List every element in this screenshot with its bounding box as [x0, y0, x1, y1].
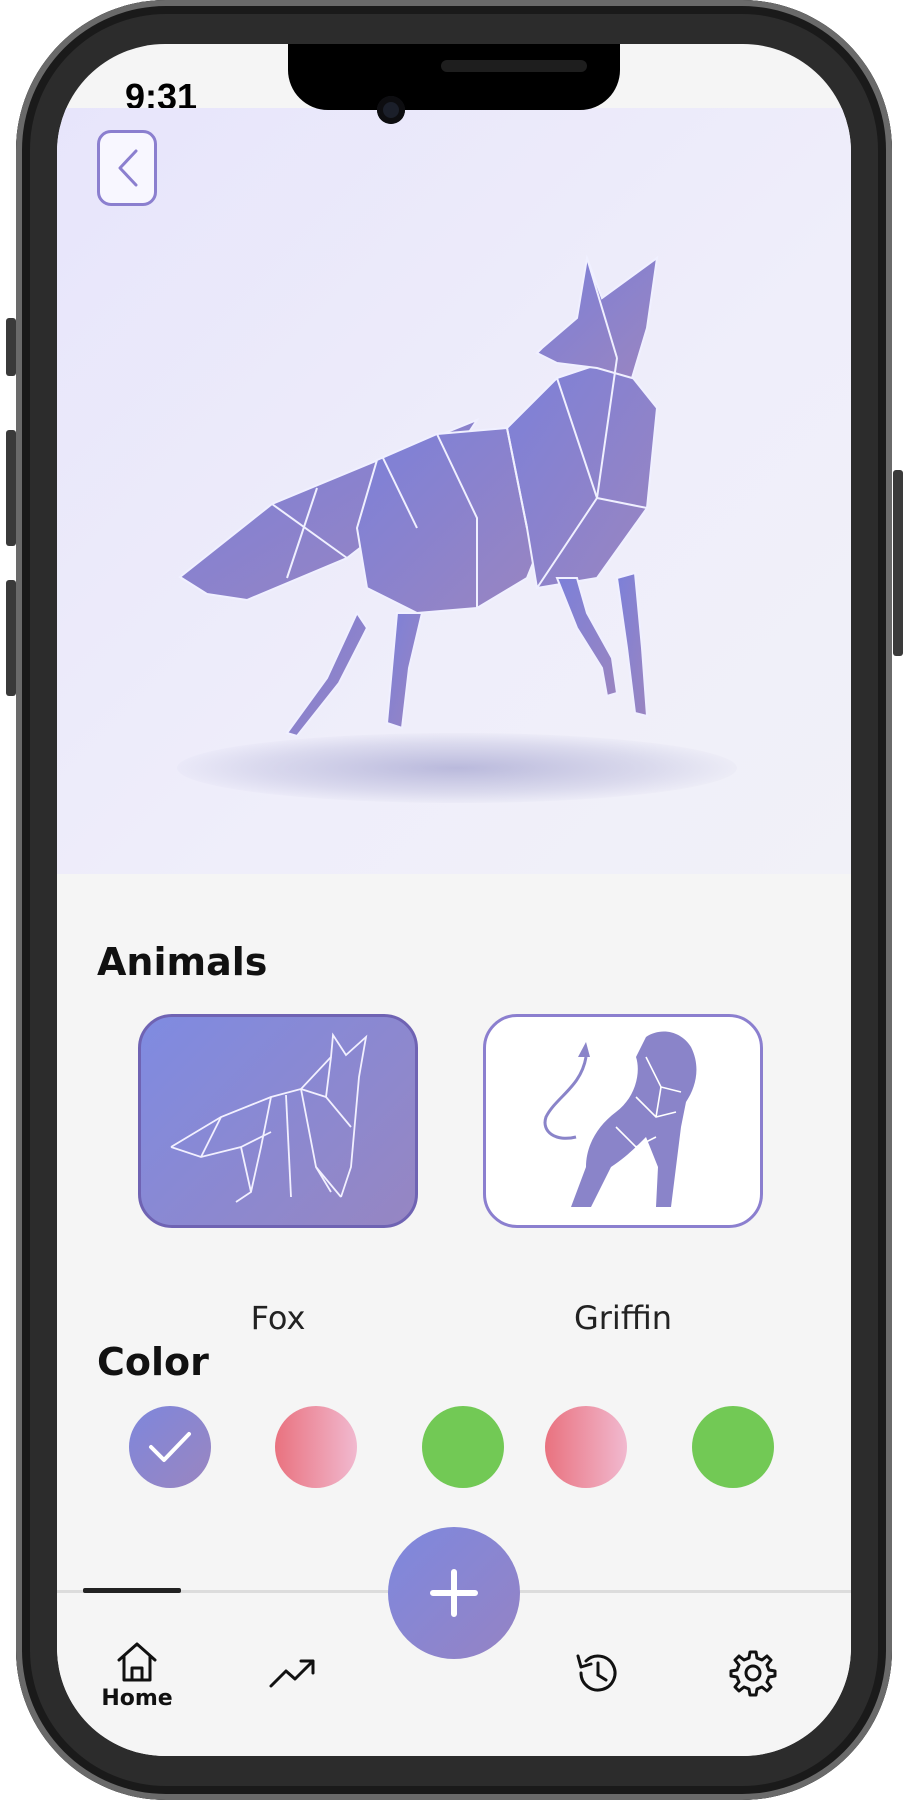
animal-card-fox[interactable] [138, 1014, 418, 1228]
speaker [441, 60, 587, 72]
color-swatch[interactable] [275, 1406, 357, 1488]
side-button [6, 318, 16, 376]
chevron-left-icon [118, 149, 138, 187]
tab-home[interactable]: Home [97, 1640, 177, 1711]
add-button[interactable] [388, 1527, 520, 1659]
tab-settings[interactable] [723, 1648, 783, 1698]
screen: 9:31 Animals Fox Griffin Color Home [57, 44, 851, 1756]
animals-title: Animals [97, 940, 268, 984]
animal-card-label: Fox [250, 1299, 306, 1337]
griffin-thumbnail-icon [543, 1031, 697, 1207]
tab-home-label: Home [101, 1686, 173, 1711]
side-button [6, 580, 16, 696]
animal-card-label: Griffin [573, 1299, 673, 1337]
trending-up-icon [269, 1659, 315, 1688]
side-button [893, 470, 903, 656]
tab-history[interactable] [567, 1648, 627, 1698]
color-swatch-selected[interactable] [129, 1406, 211, 1488]
check-icon [149, 1432, 191, 1462]
plus-icon [430, 1569, 478, 1617]
side-button [6, 430, 16, 546]
animal-card-griffin[interactable] [483, 1014, 763, 1228]
fox-illustration [178, 254, 659, 738]
active-tab-indicator [83, 1588, 181, 1593]
camera [377, 96, 405, 124]
color-swatch[interactable] [545, 1406, 627, 1488]
history-icon [576, 1654, 617, 1692]
settings-icon [729, 1650, 777, 1697]
hero-banner [57, 108, 851, 874]
color-title: Color [97, 1340, 209, 1384]
color-swatch[interactable] [692, 1406, 774, 1488]
color-swatch[interactable] [422, 1406, 504, 1488]
back-button[interactable] [97, 130, 157, 206]
notch [288, 44, 620, 110]
tab-trending[interactable] [263, 1652, 323, 1692]
home-icon [117, 1642, 157, 1682]
fox-thumbnail-icon [170, 1032, 368, 1203]
